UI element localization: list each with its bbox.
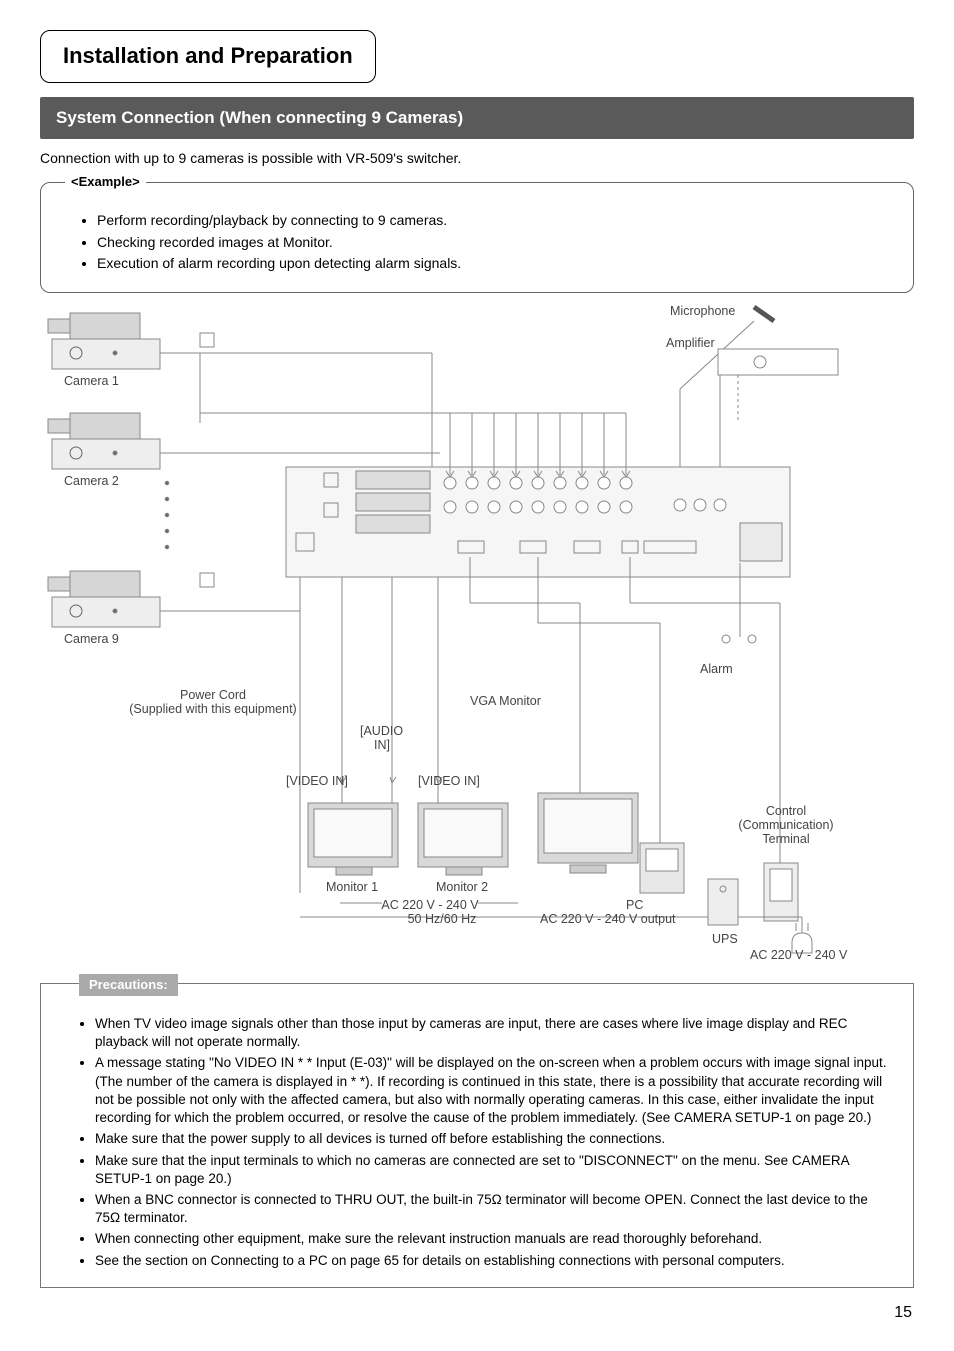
label-ups: UPS <box>712 931 738 949</box>
label-ac-output: AC 220 V - 240 V output <box>540 911 676 929</box>
precaution-item: When connecting other equipment, make su… <box>95 1230 893 1248</box>
label-ac-main-2: 50 Hz/60 Hz <box>362 911 522 929</box>
label-video-in-right: [VIDEO IN] <box>418 773 480 791</box>
label-ac-side: AC 220 V - 240 V <box>750 947 847 965</box>
label-camera2: Camera 2 <box>64 473 119 491</box>
label-power-cord-2: (Supplied with this equipment) <box>88 701 338 719</box>
page-number: 15 <box>40 1302 914 1324</box>
precaution-item: Make sure that the input terminals to wh… <box>95 1152 893 1188</box>
precaution-item: See the section on Connecting to a PC on… <box>95 1252 893 1270</box>
precaution-item: A message stating "No VIDEO IN * * Input… <box>95 1054 893 1127</box>
label-camera9: Camera 9 <box>64 631 119 649</box>
section-heading: System Connection (When connecting 9 Cam… <box>40 97 914 139</box>
example-item: Checking recorded images at Monitor. <box>97 233 891 253</box>
label-alarm: Alarm <box>700 661 733 679</box>
label-camera1: Camera 1 <box>64 373 119 391</box>
example-list: Perform recording/playback by connecting… <box>63 211 891 274</box>
label-monitor1: Monitor 1 <box>326 879 378 897</box>
precautions-legend: Precautions: <box>79 974 178 996</box>
label-video-in-left: [VIDEO IN] <box>286 773 348 791</box>
chapter-title-box: Installation and Preparation <box>40 30 376 83</box>
label-monitor2: Monitor 2 <box>436 879 488 897</box>
precautions-box: Precautions: When TV video image signals… <box>40 983 914 1288</box>
precautions-list: When TV video image signals other than t… <box>61 1015 893 1270</box>
label-control-3: Terminal <box>726 831 846 849</box>
example-item: Perform recording/playback by connecting… <box>97 211 891 231</box>
label-vga-monitor: VGA Monitor <box>470 693 541 711</box>
connection-diagram: Camera 1 Camera 2 Camera 9 Microphone Am… <box>40 303 914 973</box>
precaution-item: When a BNC connector is connected to THR… <box>95 1191 893 1227</box>
label-amplifier: Amplifier <box>666 335 715 353</box>
precaution-item: Make sure that the power supply to all d… <box>95 1130 893 1148</box>
label-microphone: Microphone <box>670 303 735 321</box>
precaution-item: When TV video image signals other than t… <box>95 1015 893 1051</box>
example-box: <Example> Perform recording/playback by … <box>40 182 914 293</box>
label-audio-in-2: IN] <box>374 737 390 755</box>
intro-paragraph: Connection with up to 9 cameras is possi… <box>40 149 914 169</box>
example-legend: <Example> <box>65 173 146 191</box>
chapter-title: Installation and Preparation <box>63 41 353 72</box>
example-item: Execution of alarm recording upon detect… <box>97 254 891 274</box>
